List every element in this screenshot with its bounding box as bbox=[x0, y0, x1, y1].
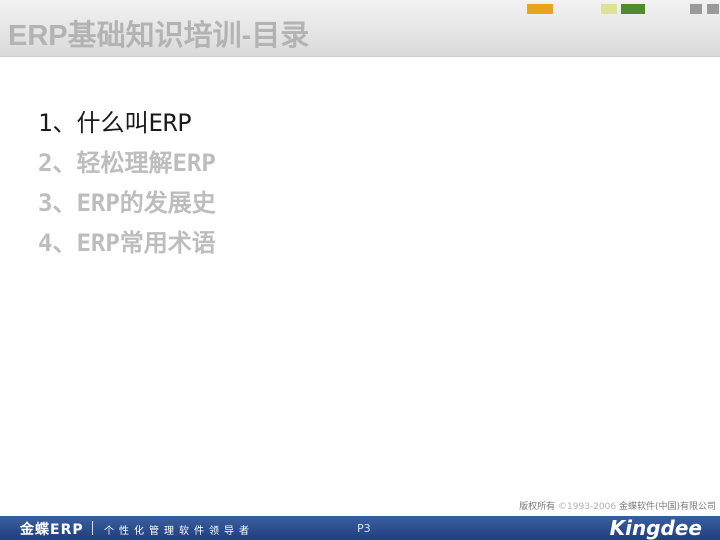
kingdee-logo: Kingdee bbox=[609, 516, 702, 540]
decor-bar-green bbox=[621, 4, 645, 14]
toc-item-3[interactable]: 3、ERP的发展史 bbox=[38, 183, 216, 223]
copyright-prefix: 版权所有 bbox=[519, 502, 559, 512]
footer-slogan: 个性化管理软件领导者 bbox=[104, 526, 254, 537]
toc-item-1[interactable]: 1、什么叫ERP bbox=[38, 103, 216, 143]
table-of-contents: 1、什么叫ERP 2、轻松理解ERP 3、ERP的发展史 4、ERP常用术语 bbox=[38, 103, 216, 263]
footer-brand: 金蝶ERP bbox=[20, 522, 84, 538]
footer-bar: 金蝶ERP 个性化管理软件领导者 P3 Kingdee bbox=[0, 516, 720, 540]
title-band: ERP基础知识培训-目录 bbox=[0, 0, 720, 57]
decor-bar-gray bbox=[690, 4, 702, 14]
toc-item-4[interactable]: 4、ERP常用术语 bbox=[38, 223, 216, 263]
copyright-notice: 版权所有 ©1993-2006 金蝶软件(中国)有限公司 bbox=[519, 499, 716, 512]
copyright-owner: 金蝶软件(中国)有限公司 bbox=[616, 502, 716, 512]
slide-title: ERP基础知识培训-目录 bbox=[8, 20, 310, 52]
decor-bar-orange bbox=[527, 4, 553, 14]
decor-bar-gray bbox=[707, 4, 719, 14]
toc-item-2[interactable]: 2、轻松理解ERP bbox=[38, 143, 216, 183]
footer-divider bbox=[92, 521, 93, 535]
decor-bar-lime bbox=[601, 4, 617, 14]
copyright-years: ©1993-2006 bbox=[558, 502, 617, 512]
page-number: P3 bbox=[357, 522, 371, 535]
